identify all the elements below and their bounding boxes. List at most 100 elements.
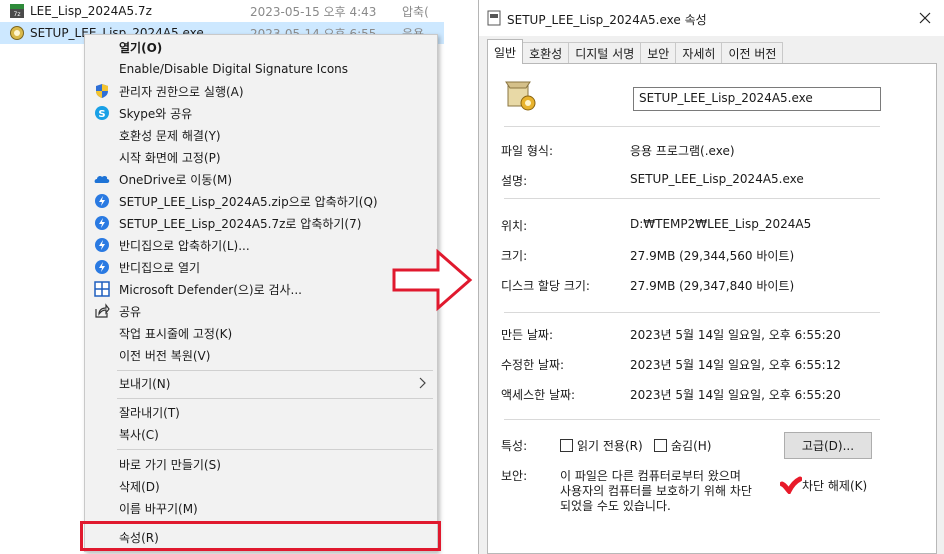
menu-item-run-as-admin[interactable]: 관리자 권한으로 실행(A)	[85, 80, 437, 102]
tab-compatibility[interactable]: 호환성	[522, 42, 570, 64]
accessed-label: 액세스한 날짜:	[501, 388, 576, 402]
context-menu: 열기(O) Enable/Disable Digital Signature I…	[84, 34, 438, 552]
menu-label: 공유	[119, 304, 142, 319]
svg-text:S: S	[98, 109, 105, 120]
description-label: 설명:	[501, 174, 528, 188]
created-label: 만든 날짜:	[501, 328, 554, 342]
created-value: 2023년 5월 14일 일요일, 오후 6:55:20	[630, 328, 841, 342]
unblock-checkbox[interactable]: 차단 해제(K)	[779, 476, 868, 496]
security-text-line3: 되었을 수도 있습니다.	[560, 499, 671, 513]
bandizip-icon	[95, 260, 109, 274]
divider	[504, 312, 880, 313]
tab-general[interactable]: 일반	[487, 39, 524, 64]
description-value: SETUP_LEE_Lisp_2024A5.exe	[630, 172, 804, 186]
menu-item-delete[interactable]: 삭제(D)	[85, 475, 437, 497]
location-label: 위치:	[501, 219, 528, 233]
tab-previous-versions[interactable]: 이전 버전	[721, 42, 784, 64]
file-type-value: 응용 프로그램(.exe)	[630, 144, 735, 158]
attributes-label: 특성:	[501, 439, 528, 453]
dialog-file-icon	[487, 10, 501, 26]
file-type-label: 파일 형식:	[501, 144, 554, 158]
menu-label: OneDrive로 이동(M)	[119, 172, 233, 187]
bandizip-icon	[95, 238, 109, 252]
uac-shield-icon	[96, 84, 108, 98]
defender-icon	[94, 281, 110, 297]
menu-label: 호환성 문제 해결(Y)	[119, 128, 221, 143]
menu-separator	[117, 449, 433, 450]
divider	[504, 198, 880, 199]
menu-label: 이름 바꾸기(M)	[119, 501, 198, 516]
unblock-label: 차단 해제(K)	[802, 479, 868, 493]
menu-item-pin-start[interactable]: 시작 화면에 고정(P)	[85, 146, 437, 168]
location-value: D:₩TEMP2₩LEE_Lisp_2024A5	[630, 217, 812, 231]
size-label: 크기:	[501, 249, 528, 263]
file-row-7z[interactable]: 7z LEE_Lisp_2024A5.7z 2023-05-15 오후 4:43…	[0, 0, 444, 22]
menu-label: 바로 가기 만들기(S)	[119, 457, 221, 472]
menu-item-signature-icons[interactable]: Enable/Disable Digital Signature Icons	[85, 58, 437, 80]
menu-item-compat-troubleshoot[interactable]: 호환성 문제 해결(Y)	[85, 124, 437, 146]
setup-exe-icon	[8, 25, 26, 41]
menu-item-send-to[interactable]: 보내기(N)	[85, 372, 437, 394]
filename-input[interactable]: SETUP_LEE_Lisp_2024A5.exe	[633, 87, 881, 111]
menu-item-cut[interactable]: 잘라내기(T)	[85, 401, 437, 423]
menu-label: Microsoft Defender(으)로 검사...	[119, 282, 302, 297]
bandizip-icon	[95, 216, 109, 230]
menu-item-bandizip-open[interactable]: 반디집으로 열기	[85, 256, 437, 278]
properties-dialog: SETUP_LEE_Lisp_2024A5.exe 속성 일반 호환성 디지털 …	[478, 0, 944, 554]
close-icon[interactable]	[919, 12, 931, 24]
menu-item-pin-taskbar[interactable]: 작업 표시줄에 고정(K)	[85, 322, 437, 344]
menu-label: SETUP_LEE_Lisp_2024A5.zip으로 압축하기(Q)	[119, 194, 378, 209]
tab-bar: 일반 호환성 디지털 서명 보안 자세히 이전 버전	[487, 39, 784, 64]
menu-label: 삭제(D)	[119, 479, 160, 494]
menu-item-copy[interactable]: 복사(C)	[85, 423, 437, 445]
readonly-checkbox[interactable]: 읽기 전용(R)	[560, 437, 643, 454]
modified-value: 2023년 5월 14일 일요일, 오후 6:55:12	[630, 358, 841, 372]
menu-item-share[interactable]: 공유	[85, 300, 437, 322]
menu-item-zip-compress[interactable]: SETUP_LEE_Lisp_2024A5.zip으로 압축하기(Q)	[85, 190, 437, 212]
menu-item-onedrive[interactable]: OneDrive로 이동(M)	[85, 168, 437, 190]
menu-label: 보내기(N)	[119, 376, 171, 391]
disk-size-label: 디스크 할당 크기:	[501, 279, 590, 293]
menu-label: Enable/Disable Digital Signature Icons	[119, 62, 349, 76]
general-panel: SETUP_LEE_Lisp_2024A5.exe 파일 형식: 응용 프로그램…	[487, 63, 937, 554]
red-checkmark-icon[interactable]	[779, 476, 803, 496]
svg-text:7z: 7z	[14, 11, 21, 18]
tab-security[interactable]: 보안	[640, 42, 677, 64]
advanced-button[interactable]: 고급(D)...	[784, 432, 872, 459]
readonly-checkbox-box[interactable]	[560, 439, 573, 452]
accessed-value: 2023년 5월 14일 일요일, 오후 6:55:20	[630, 388, 841, 402]
hidden-label: 숨김(H)	[671, 439, 712, 453]
security-label: 보안:	[501, 469, 528, 483]
menu-item-skype-share[interactable]: S Skype와 공유	[85, 102, 437, 124]
right-arrow-icon	[392, 248, 473, 312]
menu-item-bandizip-compress[interactable]: 반디집으로 압축하기(L)...	[85, 234, 437, 256]
size-value: 27.9MB (29,344,560 바이트)	[630, 249, 795, 263]
tab-digital-signature[interactable]: 디지털 서명	[568, 42, 642, 64]
bandizip-icon	[95, 194, 109, 208]
divider	[504, 126, 880, 127]
menu-label: 작업 표시줄에 고정(K)	[119, 326, 233, 341]
tab-details[interactable]: 자세히	[675, 42, 723, 64]
disk-size-value: 27.9MB (29,347,840 바이트)	[630, 279, 795, 293]
7z-archive-icon: 7z	[8, 3, 26, 19]
menu-label: 반디집으로 열기	[119, 260, 201, 275]
menu-label: SETUP_LEE_Lisp_2024A5.7z로 압축하기(7)	[119, 216, 362, 231]
chevron-right-icon	[419, 377, 426, 389]
menu-label: 이전 버전 복원(V)	[119, 348, 211, 363]
menu-item-rename[interactable]: 이름 바꾸기(M)	[85, 497, 437, 519]
modified-label: 수정한 날짜:	[501, 358, 565, 372]
menu-item-7z-compress[interactable]: SETUP_LEE_Lisp_2024A5.7z로 압축하기(7)	[85, 212, 437, 234]
menu-item-create-shortcut[interactable]: 바로 가기 만들기(S)	[85, 453, 437, 475]
menu-item-restore-versions[interactable]: 이전 버전 복원(V)	[85, 344, 437, 366]
menu-label: 잘라내기(T)	[119, 405, 180, 420]
menu-label: 관리자 권한으로 실행(A)	[119, 84, 244, 99]
menu-item-open[interactable]: 열기(O)	[85, 36, 437, 58]
file-name: LEE_Lisp_2024A5.7z	[30, 4, 152, 18]
hidden-checkbox[interactable]: 숨김(H)	[654, 437, 711, 454]
menu-label: 반디집으로 압축하기(L)...	[119, 238, 250, 253]
hidden-checkbox-box[interactable]	[654, 439, 667, 452]
menu-separator	[117, 370, 433, 371]
menu-label: Skype와 공유	[119, 106, 193, 121]
menu-separator	[117, 398, 433, 399]
menu-item-defender-scan[interactable]: Microsoft Defender(으)로 검사...	[85, 278, 437, 300]
